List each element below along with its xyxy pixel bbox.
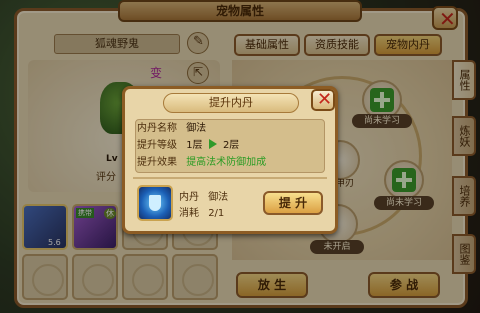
dialog-close-button[interactable]: ✕ (311, 89, 335, 111)
level-from: 1层 (186, 140, 203, 151)
cost-value: 2/1 (208, 208, 225, 219)
dan-name-value: 御法 (186, 123, 207, 134)
dan-item-name: 御法 (208, 192, 229, 203)
dialog-title: 提升内丹 (163, 93, 299, 113)
dan-effect-value: 提高法术防御加成 (186, 157, 267, 168)
dan-cost-row: 消耗 2/1 (179, 204, 224, 219)
arrow-right-icon (208, 139, 217, 149)
level-to: 2层 (222, 140, 240, 151)
shield-icon (149, 195, 161, 211)
dan-name-row: 内丹名称 御法 (137, 121, 206, 137)
upgrade-dan-dialog: 提升内丹 ✕ 内丹名称 御法 提升等级 1层 2层 提升效果 提高法术防御加成 … (122, 86, 338, 234)
cost-label: 消耗 (179, 208, 199, 219)
dan-level-row: 提升等级 1层 2层 (137, 138, 239, 154)
dan-effect-label: 提升效果 (137, 157, 177, 168)
dan-item-row: 内丹 御法 (179, 188, 228, 203)
dan-name-label: 内丹名称 (137, 123, 177, 134)
upgrade-button[interactable]: 提 升 (263, 191, 323, 215)
dialog-divider (133, 177, 327, 179)
close-icon: ✕ (317, 89, 333, 110)
dan-item-icon[interactable] (137, 185, 173, 221)
dan-level-label: 提升等级 (137, 140, 177, 151)
dan-effect-row: 提升效果 提高法术防御加成 (137, 155, 266, 171)
dan-item-label: 内丹 (179, 192, 199, 203)
